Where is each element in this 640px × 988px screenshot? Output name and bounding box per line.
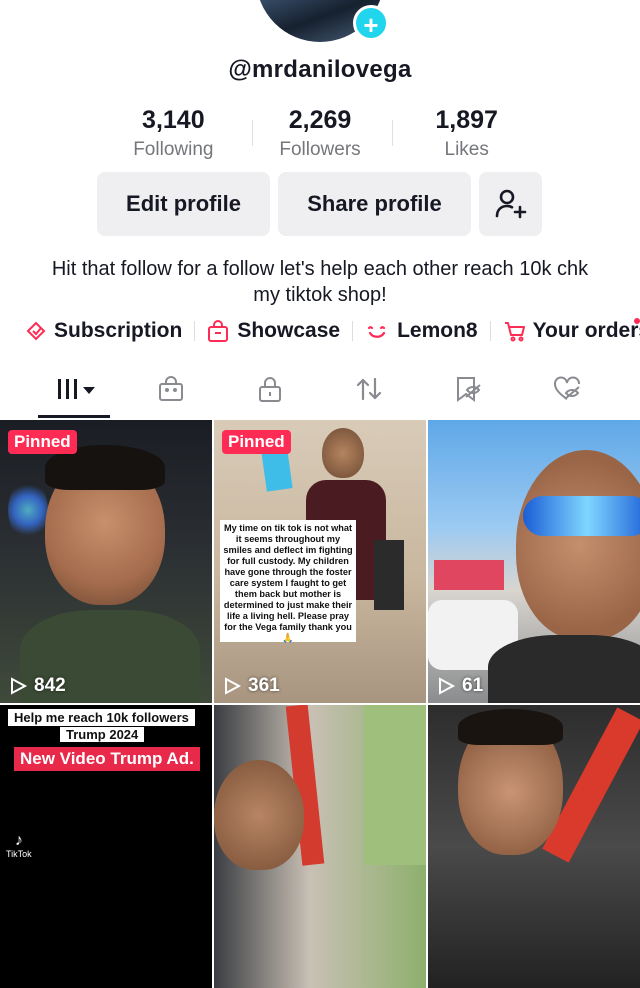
likes-count: 1,897 bbox=[435, 106, 498, 134]
trash-bin bbox=[374, 540, 404, 610]
rgb-light bbox=[8, 480, 48, 540]
likes-label: Likes bbox=[444, 139, 489, 160]
view-count: 361 bbox=[222, 675, 280, 697]
view-count-value: 361 bbox=[248, 675, 280, 696]
tiktok-watermark: ♪ TikTok bbox=[6, 832, 32, 860]
subscription-label: Subscription bbox=[54, 319, 183, 342]
stat-followers[interactable]: 2,269 Followers bbox=[247, 106, 394, 166]
your-orders-link[interactable]: Your orders bbox=[503, 319, 640, 343]
link-separator bbox=[194, 321, 196, 341]
video-thumbnail[interactable]: Help me reach 10k followers Trump 2024 N… bbox=[0, 705, 212, 988]
link-separator bbox=[352, 321, 354, 341]
showcase-label: Showcase bbox=[237, 319, 341, 342]
view-count: 842 bbox=[8, 675, 66, 697]
profile-links: Subscription Showcase Lemon8 Your orders bbox=[0, 314, 640, 348]
caption-subtitle: Trump 2024 bbox=[60, 727, 145, 742]
lemon8-icon bbox=[367, 326, 386, 338]
view-count-value: 61 bbox=[462, 675, 484, 696]
tab-favorites[interactable] bbox=[438, 362, 498, 416]
video-thumbnail[interactable]: Pinned 842 bbox=[0, 420, 212, 703]
following-label: Following bbox=[133, 139, 214, 160]
stat-likes[interactable]: 1,897 Likes bbox=[393, 106, 540, 166]
person-face bbox=[214, 760, 304, 870]
video-thumbnail[interactable]: 61 bbox=[428, 420, 640, 703]
lemon8-label: Lemon8 bbox=[397, 319, 478, 342]
play-icon bbox=[439, 677, 456, 695]
add-avatar-icon[interactable]: + bbox=[353, 5, 389, 41]
video-caption: My time on tik tok is not what it seems … bbox=[220, 520, 356, 643]
subscription-link[interactable]: Subscription bbox=[24, 319, 182, 343]
video-thumbnail[interactable]: My time on tik tok is not what it seems … bbox=[214, 420, 426, 703]
notification-dot bbox=[634, 318, 640, 324]
tiktok-logo-icon: ♪ bbox=[14, 832, 23, 849]
play-icon bbox=[225, 677, 242, 695]
stat-following[interactable]: 3,140 Following bbox=[100, 106, 247, 166]
video-grid: Pinned 842 My time on tik tok is not wha… bbox=[0, 420, 640, 988]
profile-stats: 3,140 Following 2,269 Followers 1,897 Li… bbox=[100, 106, 540, 166]
your-orders-label: Your orders bbox=[532, 319, 640, 342]
tab-shop[interactable] bbox=[141, 362, 201, 416]
shirt bbox=[488, 635, 640, 703]
subscription-icon bbox=[26, 321, 46, 341]
followers-count: 2,269 bbox=[288, 106, 352, 134]
lock-icon bbox=[259, 377, 281, 402]
building-awning bbox=[434, 560, 504, 590]
view-count-value: 842 bbox=[34, 675, 66, 696]
active-tab-indicator bbox=[38, 415, 110, 418]
stat-divider bbox=[252, 120, 253, 146]
followers-label: Followers bbox=[279, 139, 361, 160]
tab-private[interactable] bbox=[240, 362, 300, 416]
wall-poster bbox=[261, 448, 293, 492]
play-icon bbox=[11, 677, 28, 695]
profile-tabs bbox=[0, 362, 640, 418]
view-count: 61 bbox=[436, 675, 483, 697]
stat-divider bbox=[392, 120, 393, 146]
tab-reposts[interactable] bbox=[339, 362, 399, 416]
username: @mrdanilovega bbox=[228, 56, 412, 83]
caption-red: New Video Trump Ad. bbox=[14, 747, 200, 771]
child-face bbox=[322, 428, 364, 478]
shopping-bag-icon bbox=[208, 320, 229, 342]
video-thumbnail[interactable] bbox=[214, 705, 426, 988]
caption-top: Help me reach 10k followers bbox=[8, 709, 195, 726]
shop-bag-icon bbox=[159, 376, 183, 401]
person-face bbox=[516, 450, 640, 640]
add-user-icon bbox=[495, 189, 526, 219]
sunglasses bbox=[523, 496, 640, 536]
bookmark-hidden-icon bbox=[457, 377, 481, 402]
heart-hidden-icon bbox=[554, 376, 580, 400]
tab-liked[interactable] bbox=[537, 362, 597, 416]
share-profile-button[interactable]: Share profile bbox=[278, 172, 471, 236]
repost-icon bbox=[356, 377, 382, 401]
pinned-badge: Pinned bbox=[222, 430, 291, 454]
watermark-text: TikTok bbox=[6, 849, 32, 859]
edit-profile-button[interactable]: Edit profile bbox=[97, 172, 270, 236]
cart-icon bbox=[504, 322, 525, 342]
car-window bbox=[364, 705, 426, 865]
grid-icon bbox=[58, 379, 95, 399]
video-thumbnail[interactable] bbox=[428, 705, 640, 988]
hair bbox=[458, 709, 563, 745]
tab-videos[interactable] bbox=[44, 362, 104, 416]
profile-bio: Hit that follow for a follow let's help … bbox=[51, 258, 589, 306]
pinned-badge: Pinned bbox=[8, 430, 77, 454]
following-count: 3,140 bbox=[142, 106, 205, 134]
lemon8-link[interactable]: Lemon8 bbox=[365, 319, 478, 343]
showcase-link[interactable]: Showcase bbox=[207, 319, 340, 343]
add-friend-button[interactable] bbox=[479, 172, 542, 236]
link-separator bbox=[489, 321, 491, 341]
